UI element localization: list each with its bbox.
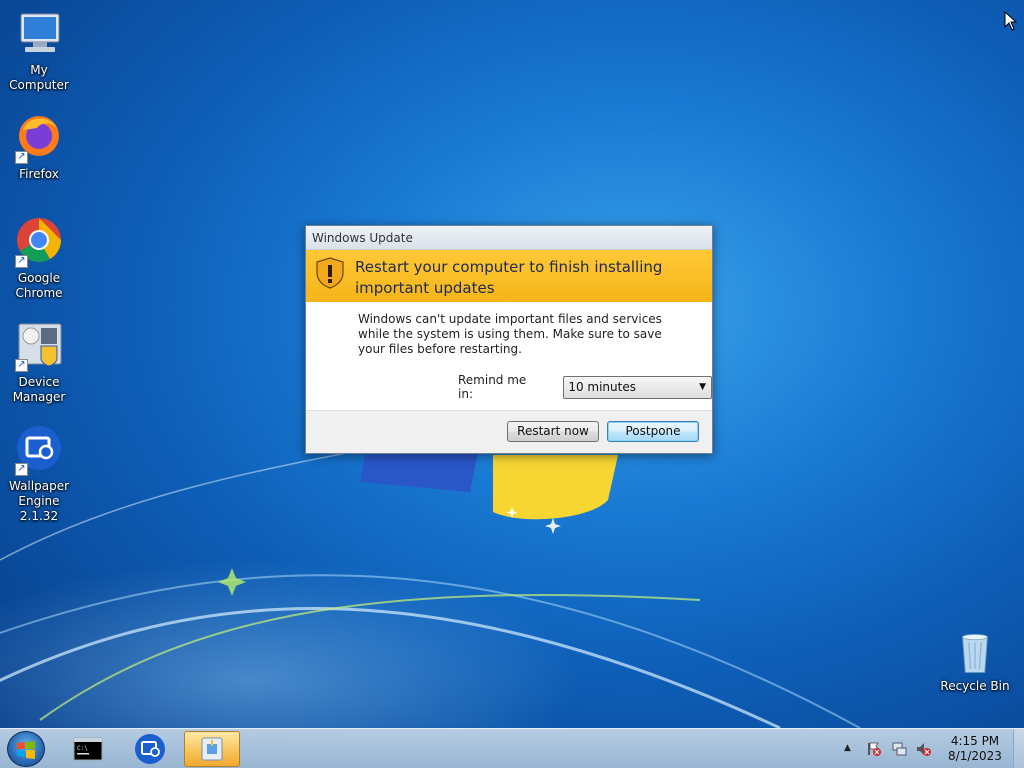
action-center-flag-icon[interactable] xyxy=(866,741,882,757)
desktop-icon-label: Wallpaper Engine 2.1.32 xyxy=(8,479,70,523)
taskbar-item-command-prompt[interactable]: C:\ xyxy=(60,731,116,767)
desktop-icon-label: My Computer xyxy=(9,63,69,92)
taskbar: C:\ ▲ 4:15 PM 8/1/2023 xyxy=(0,728,1024,768)
dialog-banner: Restart your computer to finish installi… xyxy=(306,250,712,302)
taskbar-item-windows-update[interactable] xyxy=(184,731,240,767)
dialog-body: Windows can't update important files and… xyxy=(306,302,712,410)
desktop-icon-device-manager[interactable]: ↗ Device Manager xyxy=(0,320,79,405)
windows-logo-icon xyxy=(17,741,35,759)
show-hidden-icons-arrow[interactable]: ▲ xyxy=(844,743,851,753)
clock-date: 8/1/2023 xyxy=(948,749,1002,763)
remind-label: Remind me in: xyxy=(458,373,527,401)
desktop-icon-label: Device Manager xyxy=(12,375,66,404)
dialog-title[interactable]: Windows Update xyxy=(306,226,712,250)
desktop-icon-label: Google Chrome xyxy=(15,271,63,300)
dialog-message: Windows can't update important files and… xyxy=(358,312,662,356)
remind-row: Remind me in: 10 minutes ▼ xyxy=(458,373,712,401)
device-manager-icon: ↗ xyxy=(13,320,65,372)
network-icon[interactable] xyxy=(891,741,907,757)
desktop-icon-google-chrome[interactable]: ↗ Google Chrome xyxy=(0,216,79,301)
shortcut-arrow-icon: ↗ xyxy=(15,255,28,268)
remind-interval-value: 10 minutes xyxy=(568,379,636,394)
windows-update-icon xyxy=(201,737,223,761)
chrome-icon: ↗ xyxy=(13,216,65,268)
dropdown-arrow-icon: ▼ xyxy=(699,381,706,392)
remind-interval-select[interactable]: 10 minutes ▼ xyxy=(563,375,712,399)
shortcut-arrow-icon: ↗ xyxy=(15,151,28,164)
start-button[interactable] xyxy=(7,731,45,767)
desktop-icon-recycle-bin[interactable]: Recycle Bin xyxy=(935,630,1015,694)
windows-update-dialog: Windows Update Restart your computer to … xyxy=(305,225,713,454)
firefox-icon: ↗ xyxy=(13,112,65,164)
clock-time: 4:15 PM xyxy=(950,734,1000,748)
recycle-bin-icon xyxy=(949,630,1001,676)
restart-now-button[interactable]: Restart now xyxy=(507,421,599,442)
command-prompt-icon: C:\ xyxy=(73,737,103,761)
desktop-icon-my-computer[interactable]: My Computer xyxy=(0,8,79,93)
volume-muted-icon[interactable] xyxy=(915,741,931,757)
shortcut-arrow-icon: ↗ xyxy=(15,463,28,476)
show-desktop-button[interactable] xyxy=(1013,729,1024,768)
postpone-button[interactable]: Postpone xyxy=(607,421,699,442)
dialog-footer: Restart now Postpone xyxy=(306,410,712,453)
desktop-icon-wallpaper-engine[interactable]: ↗ Wallpaper Engine 2.1.32 xyxy=(0,424,79,524)
svg-text:C:\: C:\ xyxy=(77,745,88,752)
wallpaper-engine-icon xyxy=(135,734,165,764)
dialog-heading: Restart your computer to finish installi… xyxy=(355,258,663,297)
desktop-icon-label: Firefox xyxy=(19,167,59,181)
wallpaper-engine-icon: ↗ xyxy=(13,424,65,476)
system-clock[interactable]: 4:15 PM 8/1/2023 xyxy=(940,734,1010,764)
desktop-icon-label: Recycle Bin xyxy=(940,679,1010,693)
computer-icon xyxy=(13,8,65,60)
desktop-icon-firefox[interactable]: ↗ Firefox xyxy=(0,112,79,182)
mouse-cursor-icon xyxy=(1004,11,1018,31)
taskbar-item-wallpaper-engine[interactable] xyxy=(122,731,178,767)
shortcut-arrow-icon: ↗ xyxy=(15,359,28,372)
shield-warning-icon xyxy=(316,257,344,289)
